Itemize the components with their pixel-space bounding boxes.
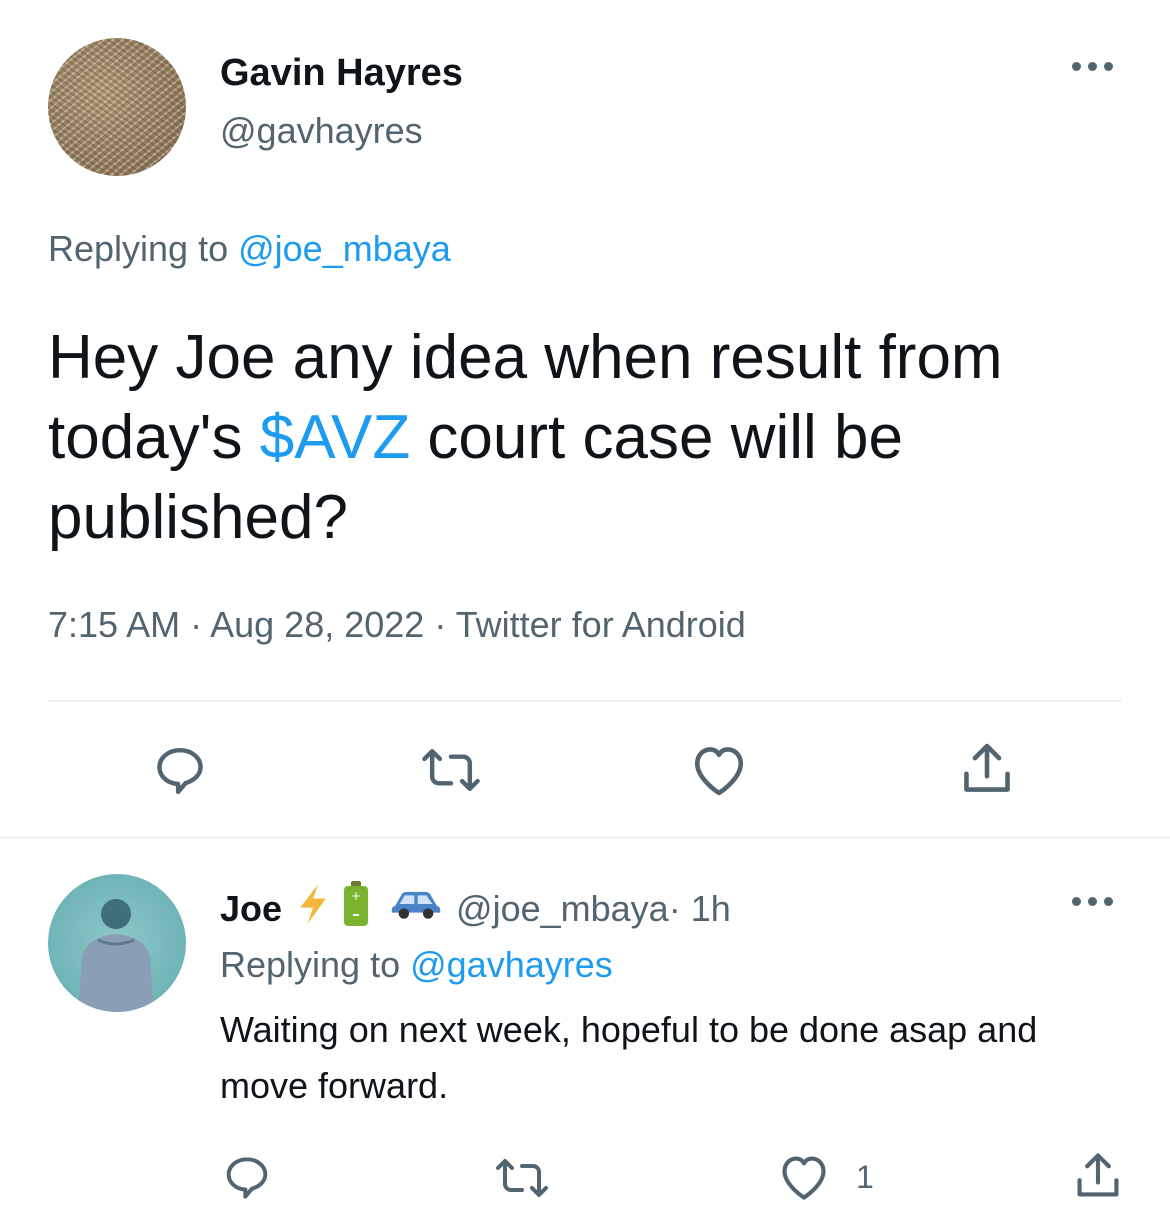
more-options-button[interactable] <box>1072 897 1113 906</box>
share-icon <box>1077 1153 1119 1197</box>
like-button[interactable] <box>690 742 748 798</box>
retweet-icon <box>496 1159 548 1197</box>
heart-icon <box>694 747 744 796</box>
replying-to: Replying to @gavhayres <box>220 944 613 986</box>
avatar[interactable] <box>48 38 186 176</box>
avatar[interactable] <box>48 874 186 1012</box>
author-name[interactable]: Gavin Hayres <box>220 52 463 95</box>
author-handle[interactable]: @joe_mbaya <box>456 888 669 930</box>
heart-icon <box>782 1156 826 1200</box>
tweet-text: Hey Joe any idea when result from today'… <box>48 318 1128 558</box>
reply-header: Joe + @joe_mbaya · 1h <box>220 880 731 937</box>
retweet-button[interactable] <box>494 1156 550 1200</box>
divider <box>0 836 1170 839</box>
like-button[interactable]: 1 <box>778 1152 874 1202</box>
tweet-time[interactable]: 7:15 AM <box>48 604 180 645</box>
author-name[interactable]: Joe <box>220 888 282 930</box>
replying-to: Replying to @joe_mbaya <box>48 228 451 270</box>
tweet-date[interactable]: Aug 28, 2022 <box>210 604 424 645</box>
person-silhouette <box>78 899 154 1012</box>
retweet-button[interactable] <box>420 745 482 795</box>
cashtag-link[interactable]: $AVZ <box>260 403 410 472</box>
svg-text:+: + <box>351 889 361 903</box>
replying-to-link[interactable]: @gavhayres <box>410 944 613 985</box>
more-options-button[interactable] <box>1072 62 1113 71</box>
reply-button[interactable] <box>222 1152 272 1202</box>
more-icon <box>1072 897 1113 906</box>
reply-icon <box>226 1157 268 1199</box>
replying-to-label: Replying to <box>220 944 411 985</box>
share-button[interactable] <box>1072 1150 1124 1202</box>
retweet-icon <box>422 748 480 792</box>
separator: · <box>180 604 211 645</box>
divider <box>48 700 1122 702</box>
reply-icon <box>157 747 203 795</box>
share-icon <box>964 743 1010 792</box>
tweet-source[interactable]: Twitter for Android <box>456 604 746 645</box>
share-button[interactable] <box>958 740 1016 798</box>
like-count: 1 <box>856 1158 874 1195</box>
reply-button[interactable] <box>152 742 208 798</box>
battery-emoji: + <box>342 880 370 937</box>
replying-to-link[interactable]: @joe_mbaya <box>238 228 451 269</box>
car-emoji <box>390 886 442 931</box>
separator: · <box>424 604 456 645</box>
author-handle[interactable]: @gavhayres <box>220 110 423 152</box>
tweet-text: Waiting on next week, hopeful to be done… <box>220 1009 1038 1106</box>
replying-to-label: Replying to <box>48 228 239 269</box>
tweet-time-ago[interactable]: · 1h <box>669 888 731 930</box>
more-icon <box>1072 62 1113 71</box>
tweet-metadata: 7:15 AM · Aug 28, 2022 · Twitter for And… <box>48 604 746 646</box>
lightning-emoji <box>294 882 332 935</box>
